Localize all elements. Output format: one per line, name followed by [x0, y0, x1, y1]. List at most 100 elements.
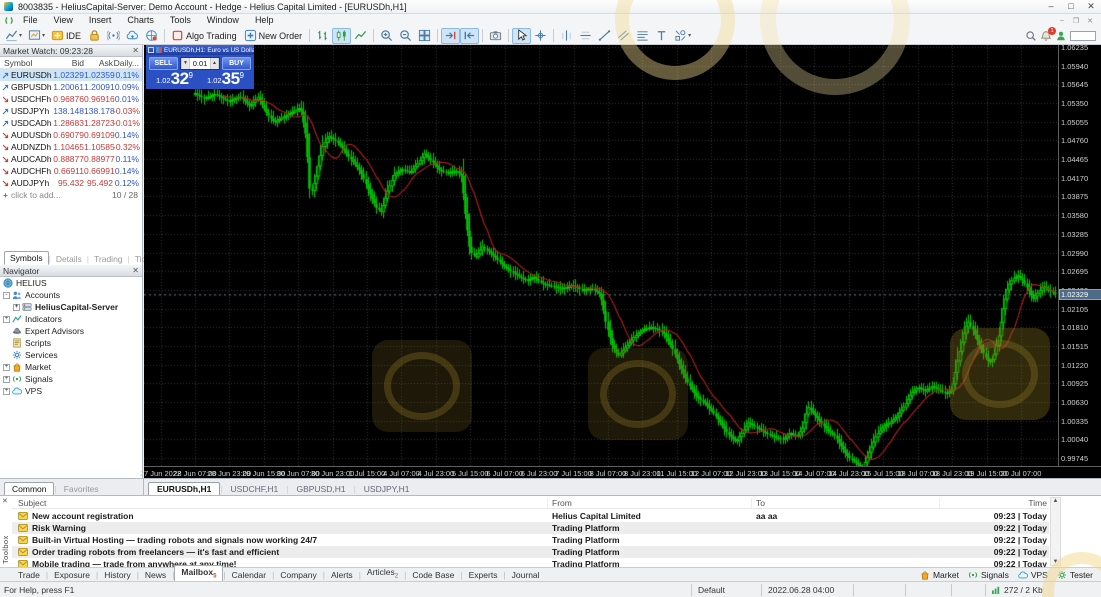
menu-window[interactable]: Window [199, 14, 247, 27]
menu-tools[interactable]: Tools [162, 14, 199, 27]
tree-expander-icon[interactable]: + [3, 363, 10, 371]
chart-tab-eurusdh-h1[interactable]: EURUSDh,H1 [148, 482, 221, 495]
minimize-icon[interactable]: – [1041, 0, 1061, 13]
search-input[interactable] [1070, 30, 1096, 41]
chart-tab-gbpusd-h1[interactable]: GBPUSD,H1 [288, 483, 353, 495]
toolbox-tab-journal[interactable]: Journal [506, 569, 546, 581]
navigator-item-scripts[interactable]: Scripts [0, 337, 142, 349]
vertical-line-button[interactable] [557, 28, 576, 44]
volume-down-icon[interactable]: ▼ [181, 58, 190, 69]
crosshair-button[interactable] [531, 28, 550, 44]
navigator-item-market[interactable]: + Market [0, 361, 142, 373]
menu-charts[interactable]: Charts [119, 14, 162, 27]
metaeditor-button[interactable]: IDE [48, 28, 85, 44]
toolbox-tab-alerts[interactable]: Alerts [325, 569, 359, 581]
market-watch-tab-details[interactable]: Details [51, 253, 87, 265]
close-icon[interactable]: ✕ [1081, 0, 1101, 13]
toolbox-close-icon[interactable]: ✕ [2, 497, 8, 505]
toolbox-tab-trade[interactable]: Trade [12, 569, 46, 581]
market-watch-row[interactable]: AUDNZDh 1.10465 1.10585 -0.32% [0, 141, 142, 153]
market-watch-row[interactable]: USDCADh 1.28683 1.28723 -0.01% [0, 117, 142, 129]
mailbox-row[interactable]: Built-in Virtual Hosting — trading robot… [12, 534, 1049, 546]
notifications-icon[interactable]: 1 [1040, 26, 1056, 42]
column-header-symbol[interactable]: Symbol [0, 58, 50, 68]
menu-file[interactable]: File [15, 14, 46, 27]
mailbox-column-from[interactable]: From [548, 497, 752, 508]
tree-expander-icon[interactable]: + [3, 315, 10, 323]
navigator-item-helius[interactable]: HELIUS [0, 277, 142, 289]
maximize-icon[interactable]: □ [1061, 0, 1081, 13]
market-watch-close-icon[interactable]: ✕ [132, 46, 139, 55]
toolbox-tab-history[interactable]: History [98, 569, 136, 581]
signals-button[interactable]: Signals [968, 570, 1009, 580]
market-watch-row[interactable]: AUDJPYh 95.432 95.492 0.12% [0, 177, 142, 189]
navigator-item-expert-advisors[interactable]: Expert Advisors [0, 325, 142, 337]
toolbox-tab-code-base[interactable]: Code Base [406, 569, 460, 581]
volume-value[interactable]: 0.01 [190, 58, 210, 69]
column-header-ask[interactable]: Ask [84, 58, 113, 68]
mailbox-column-time[interactable]: Time [940, 498, 1049, 508]
navigator-item-heliuscapital-server[interactable]: + HeliusCapital-Server [0, 301, 142, 313]
fibonacci-button[interactable] [633, 28, 652, 44]
vps-button[interactable]: VPS [1018, 570, 1048, 580]
market-watch-row[interactable]: AUDCADh 0.88877 0.88977 0.11% [0, 153, 142, 165]
lock-button[interactable] [85, 28, 104, 44]
chart-shift-button[interactable] [460, 27, 480, 44]
new-order-button[interactable]: New Order [241, 28, 307, 44]
profile-cell[interactable]: Default [691, 583, 761, 596]
broadcast-button[interactable] [104, 28, 123, 44]
scroll-down-icon[interactable]: ▼ [1053, 559, 1059, 565]
tester-button[interactable]: Tester [1057, 570, 1093, 580]
chart-line-button[interactable]: ▾ [2, 28, 25, 44]
chart-window[interactable]: 1.06235 1.05940 1.05645 1.05350 1.05055 1.047… [140, 43, 1101, 478]
tree-expander-icon[interactable]: - [3, 291, 10, 299]
cursor-button[interactable] [512, 27, 532, 44]
volume-up-icon[interactable]: ▲ [210, 58, 219, 69]
bars-chart-button[interactable] [313, 28, 332, 44]
chart-tab-usdjpy-h1[interactable]: USDJPY,H1 [356, 483, 418, 495]
mailbox-row[interactable]: Order trading robots from freelancers — … [12, 546, 1049, 558]
buy-price[interactable]: 1.02 35 9 [200, 70, 251, 87]
column-header-bid[interactable]: Bid [50, 58, 84, 68]
navigator-close-icon[interactable]: ✕ [132, 266, 139, 275]
mdi-restore-icon[interactable]: ❐ [1069, 17, 1083, 25]
chart-profile-button[interactable]: ▾ [25, 28, 48, 44]
navigator-tab-common[interactable]: Common [4, 482, 55, 495]
chart-tab-usdchf-h1[interactable]: USDCHF,H1 [223, 483, 287, 495]
market-watch-row[interactable]: GBPUSDh 1.20061 1.20091 0.09% [0, 81, 142, 93]
column-header-daily[interactable]: Daily... [113, 58, 140, 68]
tile-windows-button[interactable] [415, 28, 434, 44]
market-watch-row[interactable]: USDCHFh 0.96876 0.96916 0.01% [0, 93, 142, 105]
user-icon[interactable] [1055, 30, 1067, 42]
toolbox-tab-calendar[interactable]: Calendar [226, 569, 273, 581]
mdi-close-icon[interactable]: ✕ [1083, 17, 1097, 25]
mdi-minimize-icon[interactable]: – [1055, 17, 1069, 25]
tree-expander-icon[interactable]: + [13, 303, 20, 311]
search-icon[interactable] [1025, 30, 1037, 42]
mailbox-column-to[interactable]: To [752, 497, 940, 508]
algo-trading-button[interactable]: Algo Trading [168, 28, 241, 44]
mailbox-column-subject[interactable]: Subject [12, 497, 548, 508]
navigator-item-vps[interactable]: + VPS [0, 385, 142, 397]
navigator-item-accounts[interactable]: - Accounts [0, 289, 142, 301]
tree-expander-icon[interactable]: + [3, 375, 10, 383]
camera-button[interactable] [486, 28, 505, 44]
market-watch-row[interactable]: USDJPYh 138.148 138.178 -0.03% [0, 105, 142, 117]
market-button[interactable]: Market [920, 570, 959, 580]
objects-button[interactable]: ▾ [671, 28, 694, 44]
scroll-up-icon[interactable]: ▲ [1053, 498, 1059, 504]
market-watch-row[interactable]: AUDCHFh 0.66911 0.66991 0.14% [0, 165, 142, 177]
price-chart[interactable] [144, 45, 1058, 466]
navigator-item-services[interactable]: Services [0, 349, 142, 361]
market-watch-tab-trading[interactable]: Trading [89, 253, 128, 265]
tree-expander-icon[interactable]: + [3, 387, 10, 395]
menu-view[interactable]: View [46, 14, 81, 27]
text-tool-button[interactable] [652, 28, 671, 44]
mailbox-scrollbar[interactable]: ▲ ▼ [1050, 497, 1061, 566]
zoom-out-button[interactable] [396, 28, 415, 44]
channel-button[interactable] [614, 28, 633, 44]
horizontal-line-button[interactable] [576, 28, 595, 44]
candles-chart-button[interactable] [332, 27, 352, 44]
market-watch-row[interactable]: EURUSDh 1.02329 1.02359 0.11% [0, 69, 142, 81]
auto-scroll-button[interactable] [441, 27, 461, 44]
